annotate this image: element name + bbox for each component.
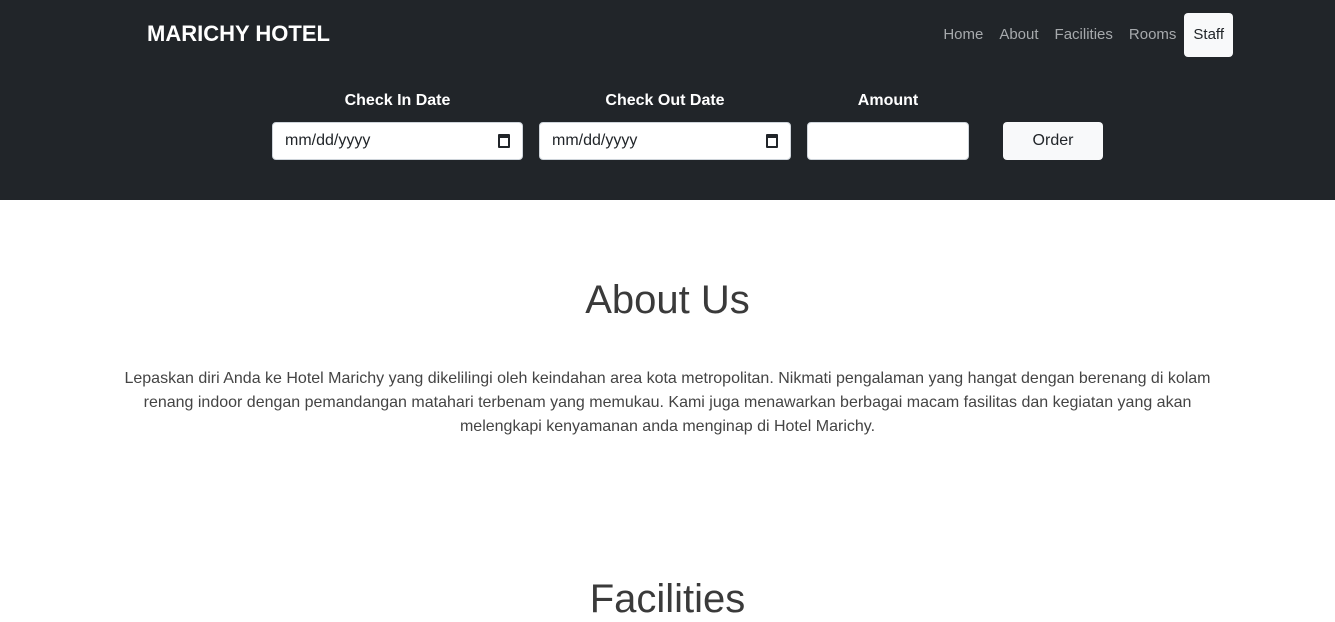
nav-about[interactable]: About [991, 13, 1046, 57]
amount-label: Amount [857, 92, 919, 109]
about-title: About Us [585, 278, 750, 322]
checkin-placeholder: mm/dd/yyyy [285, 132, 371, 149]
order-button[interactable]: Order [1003, 122, 1103, 160]
about-text: Lepaskan diri Anda ke Hotel Marichy yang… [124, 370, 1211, 435]
checkin-field: Check In Date mm/dd/yyyy [272, 92, 523, 160]
nav-staff[interactable]: Staff [1184, 13, 1233, 57]
nav-facilities[interactable]: Facilities [1047, 13, 1121, 57]
header: MARICHY HOTEL Home About Facilities Room… [0, 0, 1335, 200]
checkout-input[interactable]: mm/dd/yyyy [539, 122, 791, 160]
checkin-label: Check In Date [344, 92, 451, 109]
amount-field: Amount [807, 92, 969, 160]
amount-input[interactable] [807, 122, 969, 160]
calendar-icon[interactable] [766, 134, 778, 148]
facilities-title: Facilities [589, 577, 746, 621]
checkout-field: Check Out Date mm/dd/yyyy [539, 92, 791, 160]
checkout-placeholder: mm/dd/yyyy [552, 132, 638, 149]
checkin-input[interactable]: mm/dd/yyyy [272, 122, 523, 160]
nav-rooms[interactable]: Rooms [1121, 13, 1185, 57]
main-nav: Home About Facilities Rooms Staff [935, 13, 1233, 57]
calendar-icon[interactable] [498, 134, 510, 148]
checkout-label: Check Out Date [605, 92, 725, 109]
brand-logo[interactable]: MARICHY HOTEL [147, 21, 330, 47]
nav-home[interactable]: Home [935, 13, 991, 57]
